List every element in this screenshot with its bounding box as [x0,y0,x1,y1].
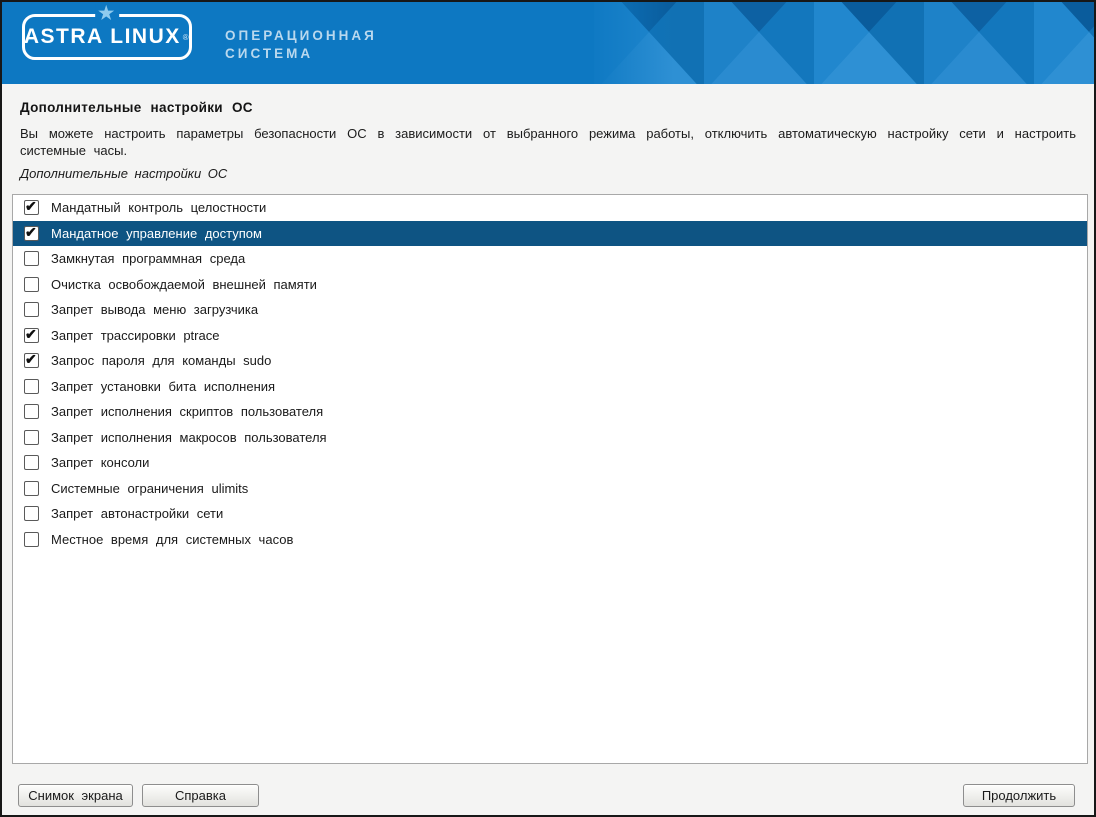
description-line2: системные часы. [20,142,1076,159]
option-row[interactable]: ✔ Запрет вывода меню загрузчика [13,297,1087,323]
continue-button[interactable]: Продолжить [963,784,1075,807]
checkbox[interactable]: ✔ [24,506,39,521]
pattern-fade [584,2,674,84]
logo-text: ASTRA LINUX [24,25,181,49]
option-row[interactable]: ✔ Запрет консоли [13,450,1087,476]
option-label: Мандатный контроль целостности [51,200,266,215]
page-title: Дополнительные настройки ОС [20,84,1076,115]
page-description: Вы можете настроить параметры безопаснос… [20,125,1076,159]
brand-caption: ОПЕРАЦИОННАЯ СИСТЕМА [225,27,377,63]
option-label: Запрет автонастройки сети [51,506,223,521]
checkbox[interactable]: ✔ [24,226,39,241]
screenshot-button[interactable]: Снимок экрана [18,784,133,807]
option-label: Очистка освобождаемой внешней памяти [51,277,317,292]
option-row[interactable]: ✔ Запрос пароля для команды sudo [13,348,1087,374]
option-row[interactable]: ✔ Запрет установки бита исполнения [13,374,1087,400]
checkbox[interactable]: ✔ [24,481,39,496]
option-row[interactable]: ✔ Запрет трассировки ptrace [13,323,1087,349]
registered-mark: ® [183,33,190,42]
option-label: Местное время для системных часов [51,532,293,547]
option-row[interactable]: ✔ Запрет автонастройки сети [13,501,1087,527]
option-label: Запрет трассировки ptrace [51,328,219,343]
checkbox[interactable]: ✔ [24,430,39,445]
option-label: Запрет исполнения скриптов пользователя [51,404,323,419]
checkbox[interactable]: ✔ [24,302,39,317]
checkbox[interactable]: ✔ [24,379,39,394]
brand-line2: СИСТЕМА [225,45,377,63]
checkbox[interactable]: ✔ [24,328,39,343]
checkbox[interactable]: ✔ [24,532,39,547]
option-label: Запрос пароля для команды sudo [51,353,271,368]
installer-window: ★ ASTRA LINUX® ОПЕРАЦИОННАЯ СИСТЕМА Допо… [0,0,1096,817]
brand-line1: ОПЕРАЦИОННАЯ [225,27,377,45]
option-label: Запрет установки бита исполнения [51,379,275,394]
option-row[interactable]: ✔ Очистка освобождаемой внешней памяти [13,272,1087,298]
star-icon: ★ [95,4,119,22]
option-row[interactable]: ✔ Запрет исполнения макросов пользовател… [13,425,1087,451]
option-row[interactable]: ✔ Мандатное управление доступом [13,221,1087,247]
checkmark-icon: ✔ [25,198,37,215]
list-caption: Дополнительные настройки ОС [20,166,1076,181]
option-label: Замкнутая программная среда [51,251,245,266]
checkbox[interactable]: ✔ [24,404,39,419]
checkmark-icon: ✔ [25,351,37,368]
content-area: Дополнительные настройки ОС Вы можете на… [2,84,1094,181]
description-line1: Вы можете настроить параметры безопаснос… [20,125,1076,142]
checkmark-icon: ✔ [25,326,37,343]
checkbox[interactable]: ✔ [24,455,39,470]
header-banner: ★ ASTRA LINUX® ОПЕРАЦИОННАЯ СИСТЕМА [2,2,1094,84]
option-label: Запрет исполнения макросов пользователя [51,430,327,445]
checkmark-icon: ✔ [25,224,37,241]
option-row[interactable]: ✔ Местное время для системных часов [13,527,1087,553]
option-row[interactable]: ✔ Мандатный контроль целостности [13,195,1087,221]
option-label: Мандатное управление доступом [51,226,262,241]
help-button[interactable]: Справка [142,784,259,807]
option-label: Запрет консоли [51,455,149,470]
checkbox[interactable]: ✔ [24,251,39,266]
checkbox[interactable]: ✔ [24,353,39,368]
option-row[interactable]: ✔ Системные ограничения ulimits [13,476,1087,502]
option-label: Системные ограничения ulimits [51,481,248,496]
astra-linux-logo: ★ ASTRA LINUX® [22,14,192,60]
checkbox[interactable]: ✔ [24,200,39,215]
options-list[interactable]: ✔ Мандатный контроль целостности ✔ Манда… [12,194,1088,764]
option-row[interactable]: ✔ Запрет исполнения скриптов пользовател… [13,399,1087,425]
option-row[interactable]: ✔ Замкнутая программная среда [13,246,1087,272]
checkbox[interactable]: ✔ [24,277,39,292]
option-label: Запрет вывода меню загрузчика [51,302,258,317]
